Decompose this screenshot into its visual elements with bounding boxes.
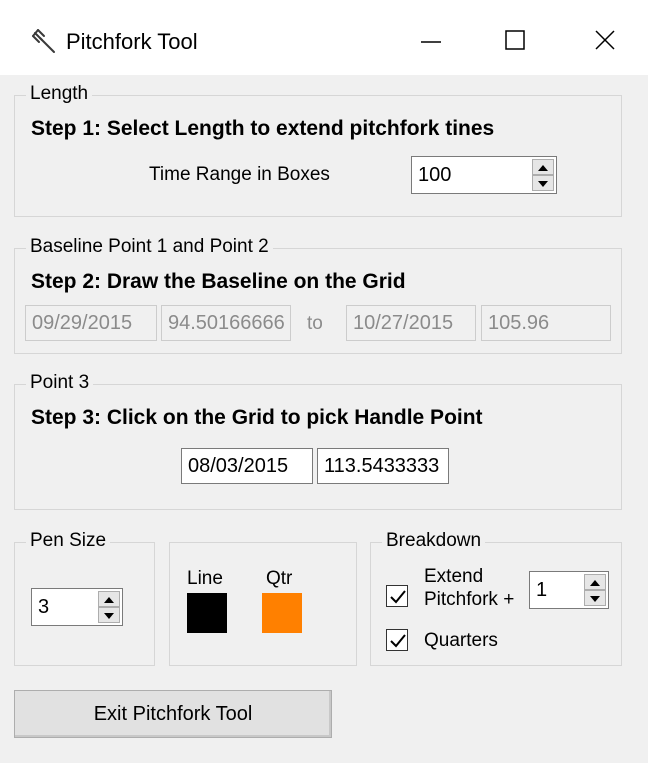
length-legend: Length: [26, 81, 93, 107]
colors-group: Line Qtr: [169, 542, 357, 666]
window-title: Pitchfork Tool: [66, 29, 198, 54]
arrow-down-icon: [590, 596, 600, 602]
title-bar: Pitchfork Tool: [0, 0, 648, 75]
exit-pitchfork-tool-button[interactable]: Exit Pitchfork Tool: [14, 690, 332, 738]
baseline-legend: Baseline Point 1 and Point 2: [26, 234, 273, 260]
qtr-color-swatch[interactable]: [262, 593, 302, 633]
time-range-value: 100: [418, 164, 452, 186]
extend-count-value: 1: [536, 579, 548, 601]
time-range-spinner[interactable]: 100: [411, 156, 557, 194]
arrow-up-icon: [104, 597, 114, 603]
length-group: Length Step 1: Select Length to extend p…: [14, 81, 622, 217]
point2-date-field: 10/27/2015: [346, 305, 476, 341]
extend-count-spinner[interactable]: 1: [529, 571, 609, 609]
line-color-label: Line: [187, 568, 223, 589]
baseline-group: Baseline Point 1 and Point 2 Step 2: Dra…: [14, 234, 622, 354]
point1-price-field: 94.50166666: [161, 305, 291, 341]
pen-size-legend: Pen Size: [26, 528, 111, 554]
point1-date-field: 09/29/2015: [25, 305, 157, 341]
pen-size-group: Pen Size 3: [14, 528, 155, 666]
minimize-button[interactable]: [407, 18, 455, 64]
quarters-checkbox[interactable]: [386, 629, 408, 651]
spin-up-button[interactable]: [584, 574, 606, 590]
to-label: to: [307, 313, 323, 334]
pen-size-value: 3: [38, 596, 50, 618]
breakdown-group: Breakdown Extend Pitchfork + 1 Quarters: [370, 528, 622, 666]
arrow-down-icon: [104, 613, 114, 619]
line-color-swatch[interactable]: [187, 593, 227, 633]
spin-down-button[interactable]: [98, 607, 120, 623]
checkmark-icon: [390, 590, 406, 604]
handle-date-field[interactable]: 08/03/2015: [181, 448, 313, 484]
close-button[interactable]: [580, 18, 628, 64]
pen-size-spinner[interactable]: 3: [31, 588, 123, 626]
extend-label-line2: Pitchfork +: [424, 589, 515, 610]
point3-legend: Point 3: [26, 370, 94, 396]
step3-label: Step 3: Click on the Grid to pick Handle…: [31, 406, 483, 429]
minimize-icon: [421, 41, 441, 43]
arrow-up-icon: [590, 580, 600, 586]
quarters-label: Quarters: [424, 630, 498, 651]
checkmark-icon: [390, 634, 406, 648]
spin-down-button[interactable]: [532, 175, 554, 191]
maximize-button[interactable]: [491, 18, 539, 64]
time-range-label: Time Range in Boxes: [149, 164, 330, 185]
extend-label-line1: Extend: [424, 566, 484, 587]
maximize-icon: [505, 30, 525, 50]
close-icon: [595, 30, 615, 50]
spin-up-button[interactable]: [98, 591, 120, 607]
breakdown-legend: Breakdown: [382, 528, 486, 554]
point2-price-field: 105.96: [481, 305, 611, 341]
step1-label: Step 1: Select Length to extend pitchfor…: [31, 117, 495, 140]
arrow-down-icon: [538, 181, 548, 187]
spin-up-button[interactable]: [532, 159, 554, 175]
arrow-up-icon: [538, 165, 548, 171]
extend-pitchfork-checkbox[interactable]: [386, 585, 408, 607]
handle-price-field[interactable]: 113.5433333: [317, 448, 449, 484]
qtr-color-label: Qtr: [266, 568, 293, 589]
spin-down-button[interactable]: [584, 590, 606, 606]
point3-group: Point 3 Step 3: Click on the Grid to pic…: [14, 370, 622, 510]
pitchfork-icon: [30, 28, 58, 56]
step2-label: Step 2: Draw the Baseline on the Grid: [31, 270, 406, 293]
